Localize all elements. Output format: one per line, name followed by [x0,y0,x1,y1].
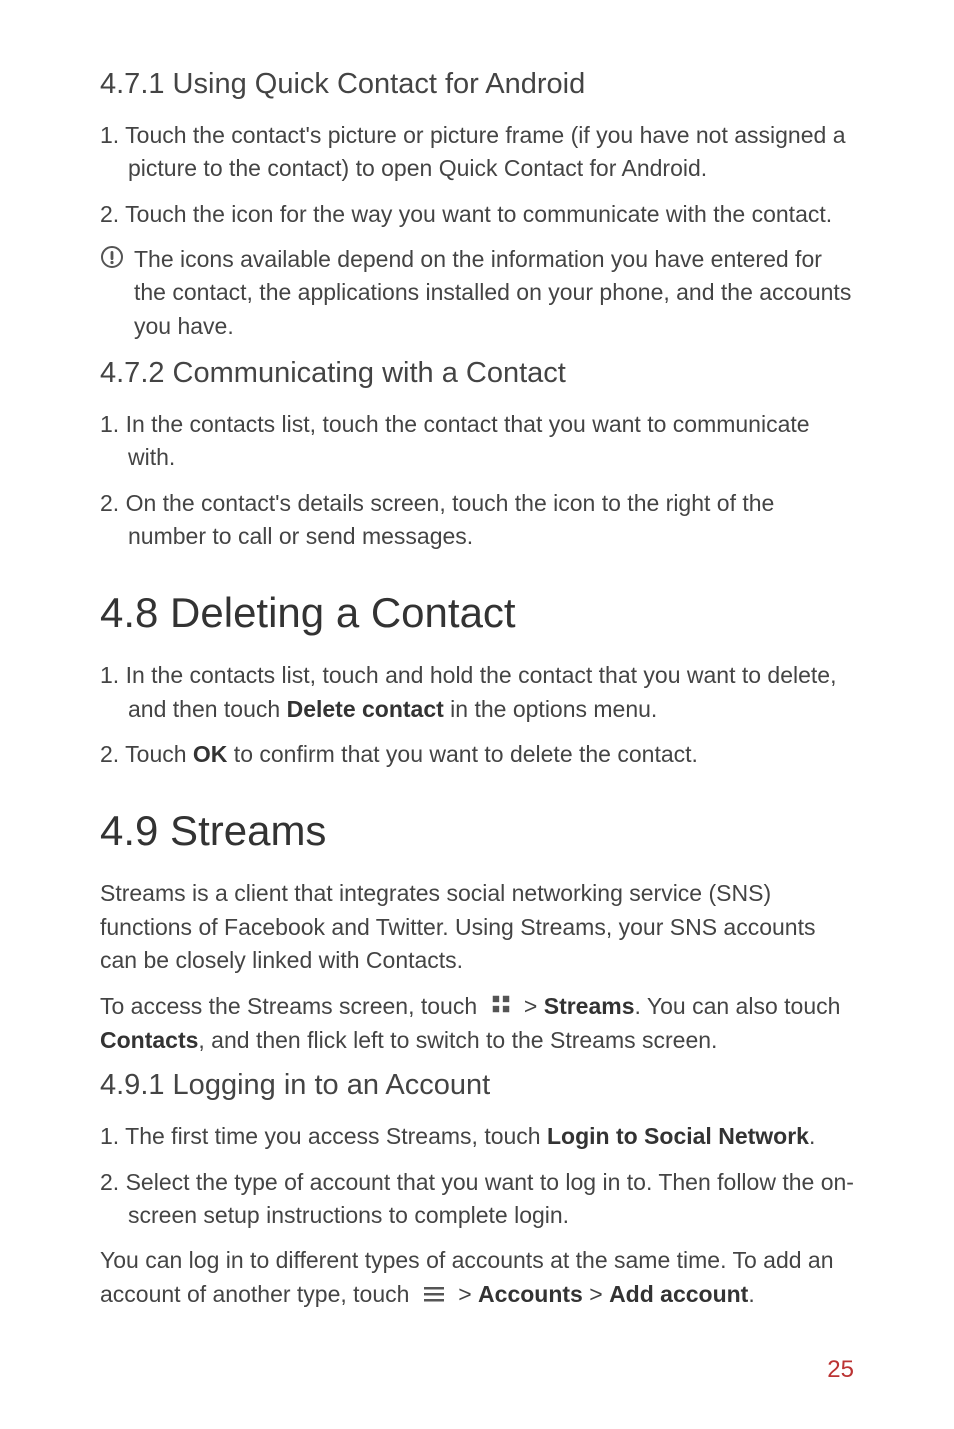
text-fragment: 2. Touch [100,741,193,767]
paragraph: To access the Streams screen, touch > St… [100,990,854,1058]
page-number: 25 [827,1356,854,1384]
list-item: 1. In the contacts list, touch and hold … [100,659,854,726]
heading-4-9: 4.9 Streams [100,807,854,855]
list-item: 1. In the contacts list, touch the conta… [100,408,854,475]
paragraph: You can log in to different types of acc… [100,1244,854,1312]
bold-text: Add account [609,1281,748,1307]
list-item: 2. Select the type of account that you w… [100,1166,854,1233]
text-fragment: > [583,1281,609,1307]
text-fragment: , and then flick left to switch to the S… [198,1027,717,1053]
list-item: 1. Touch the contact's picture or pictur… [100,119,854,186]
bold-text: OK [193,741,228,767]
text-fragment: . [809,1123,815,1149]
heading-4-9-1: 4.9.1 Logging in to an Account [100,1069,854,1102]
list-item: 2. Touch OK to confirm that you want to … [100,738,854,771]
text-fragment: . [748,1281,754,1307]
menu-icon [422,1279,446,1312]
bold-text: Login to Social Network [547,1123,809,1149]
note-text: The icons available depend on the inform… [134,243,854,343]
note-block: The icons available depend on the inform… [100,243,854,343]
text-fragment: . You can also touch [635,993,841,1019]
text-fragment: to confirm that you want to delete the c… [227,741,698,767]
text-fragment: > [518,993,544,1019]
text-fragment: 1. The first time you access Streams, to… [100,1123,547,1149]
text-fragment: > [452,1281,478,1307]
bold-text: Accounts [478,1281,583,1307]
list-item: 2. On the contact's details screen, touc… [100,487,854,554]
heading-4-7-2: 4.7.2 Communicating with a Contact [100,357,854,390]
info-icon [100,245,124,274]
list-item: 1. The first time you access Streams, to… [100,1120,854,1153]
paragraph: Streams is a client that integrates soci… [100,877,854,977]
text-fragment: To access the Streams screen, touch [100,993,484,1019]
heading-4-8: 4.8 Deleting a Contact [100,589,854,637]
bold-text: Delete contact [287,696,444,722]
list-item: 2. Touch the icon for the way you want t… [100,198,854,231]
bold-text: Contacts [100,1027,198,1053]
apps-icon [490,991,512,1024]
heading-4-7-1: 4.7.1 Using Quick Contact for Android [100,68,854,101]
bold-text: Streams [544,993,635,1019]
text-fragment: in the options menu. [444,696,658,722]
